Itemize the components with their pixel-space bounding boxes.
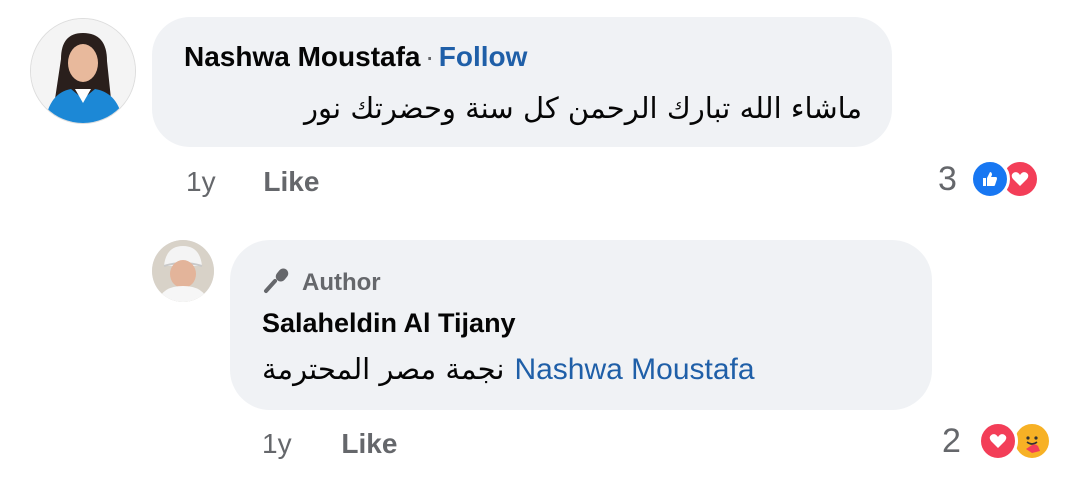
mention-link[interactable]: Nashwa Moustafa <box>514 353 754 387</box>
separator-dot: · <box>424 41 435 72</box>
person-avatar-icon <box>31 19 135 123</box>
like-button[interactable]: Like <box>263 166 319 197</box>
comment-age[interactable]: 1y <box>186 166 216 197</box>
reply-meta: 1y Like <box>262 428 397 460</box>
microphone-icon <box>262 266 292 299</box>
reply-like-button[interactable]: Like <box>341 428 397 459</box>
care-reaction-icon <box>1012 421 1052 461</box>
reply-reaction-count[interactable]: 2 <box>942 422 961 461</box>
person-avatar-icon <box>152 240 214 302</box>
author-badge: Author <box>262 266 381 299</box>
commenter-avatar[interactable] <box>30 18 136 124</box>
follow-button[interactable]: Follow <box>439 41 528 72</box>
reply-author-avatar[interactable] <box>152 240 214 302</box>
love-reaction-icon <box>978 421 1018 461</box>
reply-age[interactable]: 1y <box>262 428 292 459</box>
reply-author-name[interactable]: Salaheldin Al Tijany <box>262 308 516 339</box>
comment-meta: 1y Like <box>186 166 319 198</box>
reply-body: نجمة مصر المحترمة Nashwa Moustafa <box>262 352 755 387</box>
like-reaction-icon <box>970 159 1010 199</box>
reaction-count[interactable]: 3 <box>938 160 957 199</box>
commenter-name[interactable]: Nashwa Moustafa <box>184 41 421 72</box>
author-badge-label: Author <box>302 268 381 296</box>
comment-text: ماشاء الله تبارك الرحمن كل سنة وحضرتك نو… <box>304 91 862 125</box>
reply-text: نجمة مصر المحترمة <box>262 352 505 386</box>
reply-bubble: Author Salaheldin Al Tijany نجمة مصر الم… <box>230 240 932 410</box>
comment-header: Nashwa Moustafa · Follow <box>184 41 527 73</box>
comment-bubble: Nashwa Moustafa · Follow ماشاء الله تبار… <box>152 17 892 147</box>
